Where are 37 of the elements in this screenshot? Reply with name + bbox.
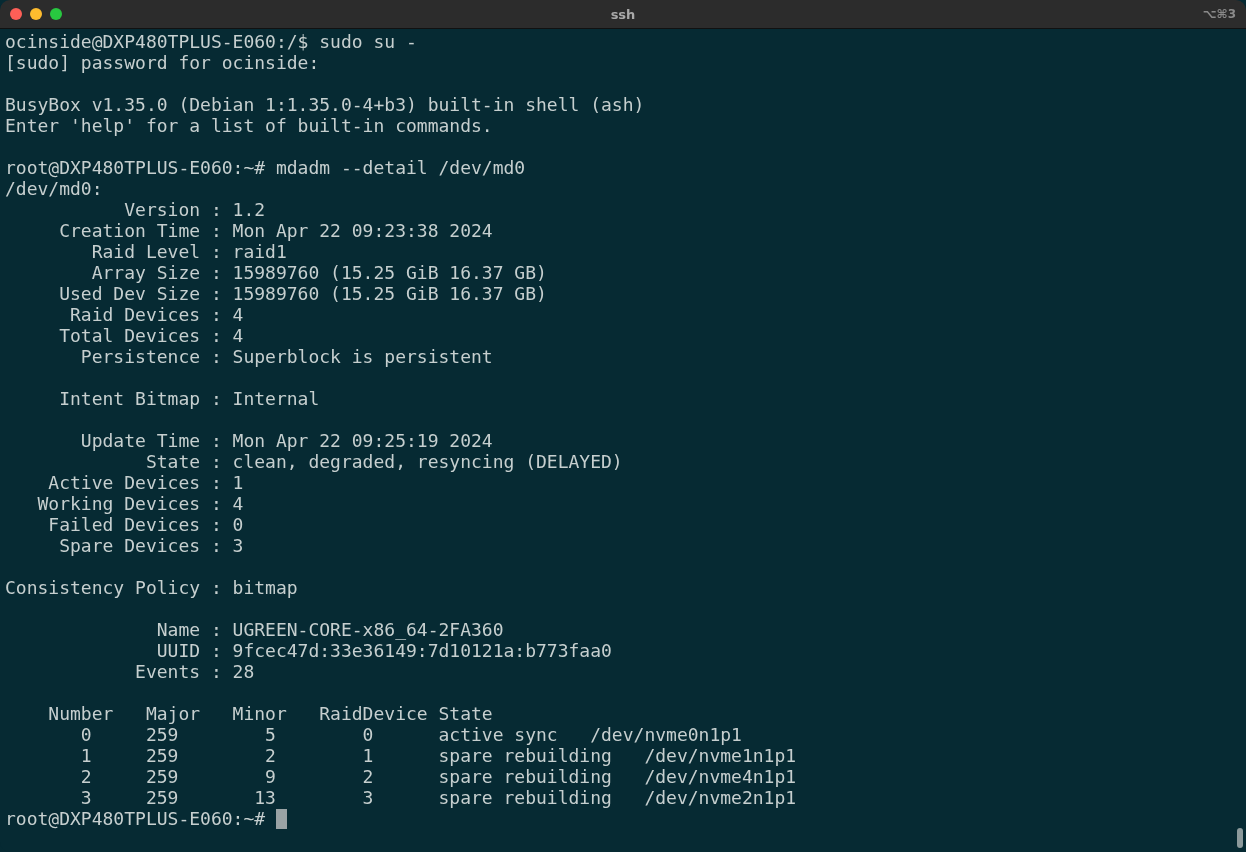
shortcut-label: ⌥⌘3: [1202, 7, 1236, 21]
terminal-line: 2 259 9 2 spare rebuilding /dev/nvme4n1p1: [79, 766, 797, 787]
terminal-line: Used Dev Size : 15989760 (15.25 GiB 16.37 GB): [58, 283, 547, 304]
terminal-line: Name : UGREEN-CORE-x86_64-2FA360: [155, 619, 504, 640]
minimize-button[interactable]: [30, 8, 42, 20]
terminal-line: State : clean, degraded, resyncing (DELAYED): [144, 451, 623, 472]
terminal-line: Enter 'help' for a list of built-in commands.: [5, 115, 493, 136]
terminal-line: Creation Time : Mon Apr 22 09:23:38 2024: [58, 220, 493, 241]
terminal-line: Raid Devices : 4: [69, 304, 244, 325]
window-title: ssh: [610, 6, 636, 22]
terminal-line: Total Devices : 4: [58, 325, 244, 346]
terminal-line: Active Devices : 1: [47, 472, 244, 493]
terminal-line: root@DXP480TPLUS-E060:~# mdadm --detail /dev/md0: [5, 157, 526, 178]
terminal-line: [sudo] password for ocinside:: [5, 52, 320, 73]
terminal-line: 0 259 5 0 active sync /dev/nvme0n1p1: [79, 724, 742, 745]
scrollbar-thumb[interactable]: [1237, 828, 1243, 848]
terminal-line: 3 259 13 3 spare rebuilding /dev/nvme2n1p1: [79, 787, 797, 808]
terminal-line: 1 259 2 1 spare rebuilding /dev/nvme1n1p1: [79, 745, 797, 766]
shell-prompt: root@DXP480TPLUS-E060:~#: [5, 808, 266, 829]
terminal-line: UUID : 9fcec47d:33e36149:7d10121a:b773faa0: [155, 640, 612, 661]
terminal-line: Failed Devices : 0: [47, 514, 244, 535]
terminal-line: Version : 1.2: [123, 199, 266, 220]
terminal-line: Array Size : 15989760 (15.25 GiB 16.37 GB): [90, 262, 547, 283]
terminal-line: Spare Devices : 3: [58, 535, 244, 556]
terminal-line: Raid Level : raid1: [90, 241, 287, 262]
terminal-line: Intent Bitmap : Internal: [58, 388, 320, 409]
terminal-line: /dev/md0:: [5, 178, 103, 199]
close-button[interactable]: [10, 8, 22, 20]
terminal-line: Working Devices : 4: [36, 493, 244, 514]
terminal-line: Number Major Minor RaidDevice State: [47, 703, 493, 724]
terminal-line: Update Time : Mon Apr 22 09:25:19 2024: [79, 430, 493, 451]
terminal-line: ocinside@DXP480TPLUS-E060:/$ sudo su -: [5, 31, 417, 52]
terminal-line: Consistency Policy : bitmap: [5, 577, 298, 598]
terminal-line: Persistence : Superblock is persistent: [79, 346, 493, 367]
terminal-line: Events : 28: [134, 661, 255, 682]
terminal-line: BusyBox v1.35.0 (Debian 1:1.35.0-4+b3) built-in shell (ash): [5, 94, 645, 115]
zoom-button[interactable]: [50, 8, 62, 20]
